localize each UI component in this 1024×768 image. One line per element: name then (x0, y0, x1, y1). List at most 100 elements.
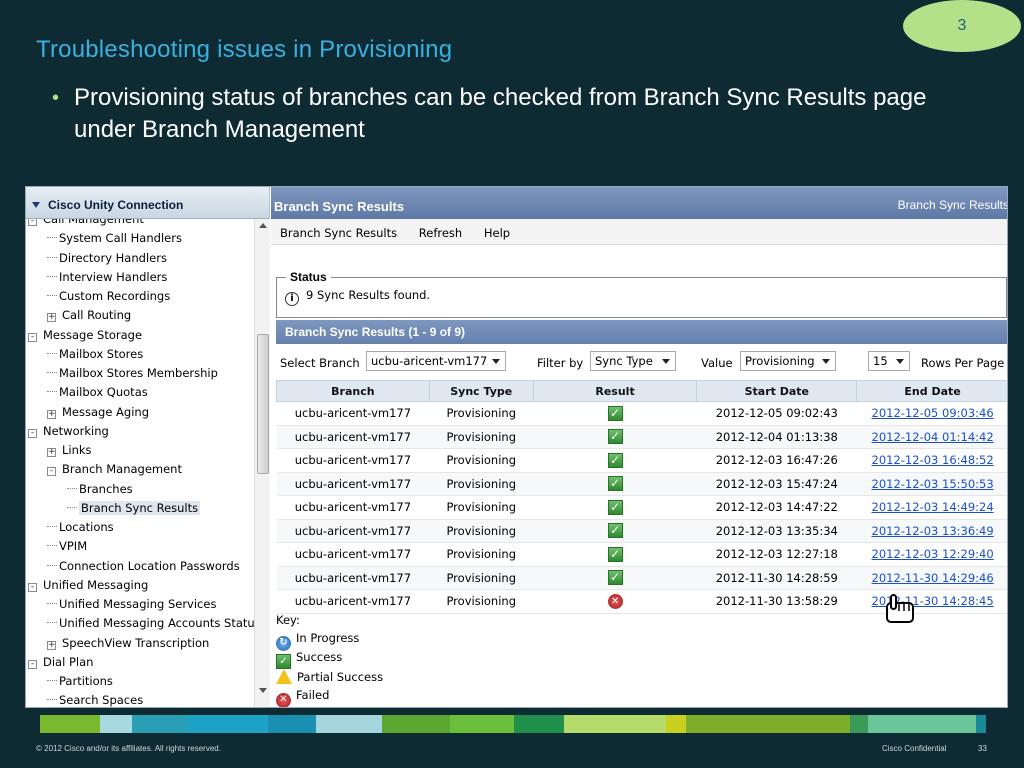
tree-connector (47, 295, 57, 296)
success-icon: ✓ (607, 452, 623, 468)
success-icon: ✓ (607, 570, 623, 586)
column-header-branch[interactable]: Branch (276, 380, 430, 402)
value-dropdown[interactable]: Provisioning (740, 351, 836, 371)
sidebar-item[interactable]: - Message Storage (28, 326, 142, 345)
sidebar-item[interactable]: + Message Aging (47, 403, 149, 422)
cell-end-date: 2012-11-30 14:29:46 (856, 566, 1007, 590)
bullet-dot-icon: • (52, 87, 60, 109)
sidebar-item[interactable]: Interview Handlers (47, 268, 167, 287)
sidebar-item-label: Networking (43, 423, 109, 438)
success-icon: ✓ (607, 476, 623, 492)
scroll-thumb[interactable] (257, 334, 269, 474)
sidebar-item[interactable]: - Dial Plan (28, 653, 93, 672)
info-icon: i (285, 292, 299, 306)
end-date-link[interactable]: 2012-12-03 14:49:24 (872, 500, 994, 514)
key-label: Success (296, 650, 343, 664)
failed-icon: ✕ (607, 594, 623, 610)
success-icon: ✓ (607, 523, 623, 539)
collapse-icon[interactable]: - (28, 332, 37, 342)
stripe-segment (100, 715, 132, 733)
sidebar-item[interactable]: VPIM (47, 537, 87, 556)
collapse-icon[interactable]: - (28, 219, 37, 226)
sidebar-item[interactable]: Branches (67, 480, 133, 499)
end-date-link[interactable]: 2012-12-03 16:48:52 (872, 453, 994, 467)
sidebar-item[interactable]: Locations (47, 518, 114, 537)
column-header-sync-type[interactable]: Sync Type (428, 380, 534, 402)
column-header-result[interactable]: Result (532, 380, 698, 402)
tree-header[interactable]: Cisco Unity Connection (26, 187, 269, 219)
sidebar-item[interactable]: Search Spaces (47, 691, 143, 707)
cell-sync-type: Provisioning (429, 425, 534, 449)
sidebar-item[interactable]: Mailbox Stores (47, 345, 143, 364)
sidebar-item[interactable]: Directory Handlers (47, 249, 167, 268)
tree-connector (47, 622, 57, 624)
confidential-label: Cisco Confidential (882, 744, 947, 753)
cell-sync-type: Provisioning (429, 495, 534, 520)
cell-end-date: 2012-12-04 01:14:42 (856, 425, 1007, 449)
sidebar-item[interactable]: Unified Messaging Services (47, 595, 216, 614)
collapse-icon[interactable]: - (28, 582, 37, 592)
column-header-end-date[interactable]: End Date (856, 380, 1007, 402)
collapse-icon[interactable]: - (47, 467, 56, 477)
sidebar-item[interactable]: - Networking (28, 422, 109, 441)
cell-result: ✓ (533, 425, 697, 449)
end-date-link[interactable]: 2012-11-30 14:29:46 (872, 571, 994, 585)
end-date-link[interactable]: 2012-12-05 09:03:46 (872, 406, 994, 420)
filter-bar: Select Branch ucbu-aricent-vm177 Filter … (276, 348, 1007, 376)
expand-icon[interactable]: + (47, 448, 56, 457)
cell-result: ✕ (533, 589, 697, 614)
cell-result: ✓ (533, 519, 697, 543)
filter-by-dropdown[interactable]: Sync Type (590, 351, 676, 371)
sidebar-item[interactable]: + SpeechView Transcription (47, 634, 209, 653)
collapse-triangle-icon[interactable] (32, 202, 40, 208)
sidebar-item[interactable]: - Branch Management (47, 460, 182, 479)
sidebar-item-label: Links (62, 443, 92, 457)
sidebar-item-label: Dial Plan (43, 654, 94, 669)
stripe-segment (450, 715, 514, 733)
sidebar-item[interactable]: Mailbox Quotas (47, 383, 148, 402)
expand-icon[interactable]: + (47, 409, 56, 419)
sidebar-item[interactable]: System Call Handlers (47, 229, 182, 248)
sidebar-item[interactable]: Custom Recordings (47, 287, 170, 306)
tree-connector (47, 699, 57, 701)
collapse-icon[interactable]: - (28, 428, 37, 438)
scroll-down-arrow-icon[interactable] (259, 688, 267, 693)
sidebar-item[interactable]: Unified Messaging Accounts Status (47, 614, 254, 633)
rows-per-page-dropdown[interactable]: 15 (868, 351, 910, 371)
tree-scrollbar[interactable] (254, 219, 270, 707)
menu-help[interactable]: Help (484, 226, 510, 240)
stripe-segment (686, 715, 850, 733)
end-date-link[interactable]: 2012-12-03 12:29:40 (872, 547, 994, 561)
sidebar-item-label: Mailbox Quotas (59, 385, 148, 400)
collapse-icon[interactable]: - (28, 659, 37, 669)
sidebar-item[interactable]: - Unified Messaging (28, 576, 148, 595)
select-branch-dropdown[interactable]: ucbu-aricent-vm177 (366, 351, 506, 371)
expand-icon[interactable]: + (47, 640, 56, 650)
cell-end-date: 2012-12-03 13:36:49 (856, 519, 1007, 543)
key-title: Key: (276, 613, 300, 627)
sidebar-item[interactable]: Branch Sync Results (67, 499, 201, 518)
sidebar-item[interactable]: - Call Management (28, 219, 144, 229)
end-date-link[interactable]: 2012-12-03 15:50:53 (872, 477, 994, 491)
key-label: In Progress (296, 631, 360, 645)
slide-number-badge: 3 (903, 0, 1021, 52)
menu-refresh[interactable]: Refresh (419, 226, 462, 240)
slide-title: Troubleshooting issues in Provisioning (36, 36, 453, 63)
sidebar-item[interactable]: + Call Routing (47, 306, 131, 325)
key-label: Partial Success (297, 670, 384, 684)
success-icon: ✓ (607, 429, 623, 445)
expand-icon[interactable]: + (47, 313, 56, 323)
column-header-start-date[interactable]: Start Date (696, 380, 858, 402)
menu-branch-sync-results[interactable]: Branch Sync Results (280, 226, 397, 240)
scroll-up-arrow-icon[interactable] (259, 223, 267, 228)
sidebar-item[interactable]: Connection Location Passwords (47, 557, 240, 576)
stripe-segment (382, 715, 450, 733)
end-date-link[interactable]: 2012-12-04 01:14:42 (872, 430, 994, 444)
page-header: Branch Sync Results Branch Sync Results (271, 187, 1007, 219)
end-date-link[interactable]: 2012-12-03 13:36:49 (872, 524, 994, 538)
rows-per-page-value: 15 (873, 354, 888, 368)
sidebar-item[interactable]: Partitions (47, 672, 113, 691)
table-row: ucbu-aricent-vm177 Provisioning ✓ 2012-11-3… (276, 566, 1007, 590)
sidebar-item[interactable]: Mailbox Stores Membership (47, 364, 218, 383)
sidebar-item[interactable]: + Links (47, 441, 92, 460)
